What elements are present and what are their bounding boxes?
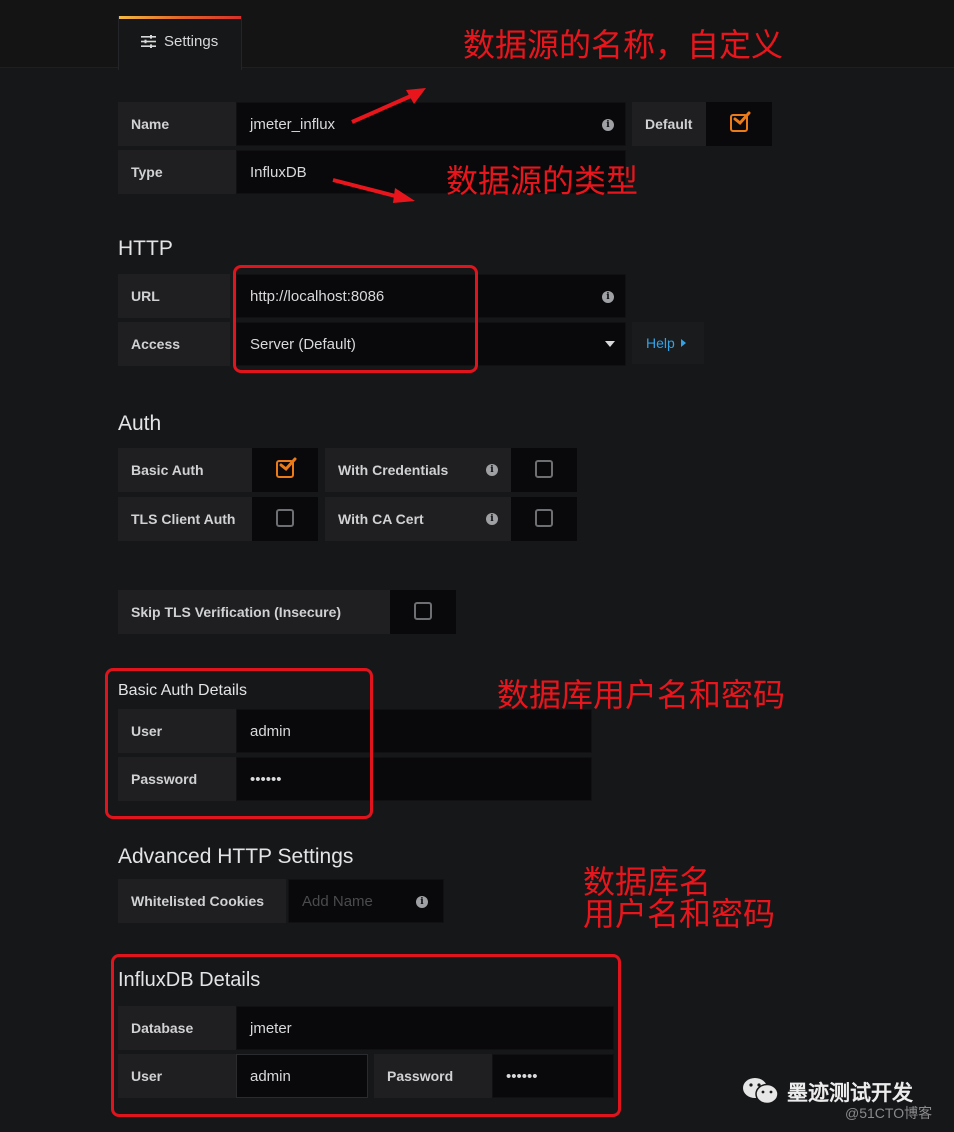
watermark-subtitle: @51CTO博客 [845,1105,933,1121]
with-credentials-cell [511,448,577,492]
info-icon[interactable]: i [486,464,498,476]
type-value: InfluxDB [250,163,307,181]
annotation-type-note: 数据源的类型 [446,162,639,200]
annotation-box-basic-auth [105,668,373,819]
annotation-arrow-icon [351,88,426,124]
annotation-name-note: 数据源的名称，自定义 [463,26,784,64]
url-label: URL [118,274,230,318]
tab-settings[interactable]: Settings [118,16,242,70]
name-label: Name [118,102,236,146]
annotation-influx-note: 数据库名 用户名和密码 [583,863,776,933]
annotation-arrow-icon [332,178,415,203]
whitelisted-cookies-placeholder: Add Name [302,892,373,910]
whitelisted-cookies-label: Whitelisted Cookies [118,879,286,923]
annotation-basic-auth-note: 数据库用户名和密码 [497,676,786,714]
skip-tls-label: Skip TLS Verification (Insecure) [118,590,390,634]
basic-auth-checkbox[interactable] [276,457,297,478]
access-label: Access [118,322,230,366]
with-ca-cert-cell [511,497,577,541]
help-button[interactable]: Help [632,322,704,364]
tls-client-auth-checkbox[interactable] [276,509,294,527]
default-checkbox-cell [706,102,772,146]
chevron-down-icon[interactable] [605,341,615,347]
caret-right-icon [680,339,686,347]
info-icon[interactable]: i [602,119,614,131]
help-label: Help [646,335,675,351]
http-section-title: HTTP [118,237,173,260]
with-ca-cert-label: With CA Cert [325,497,511,541]
info-icon[interactable]: i [416,896,428,908]
default-checkbox[interactable] [730,111,751,132]
basic-auth-cell [252,448,318,492]
default-label: Default [632,102,706,146]
info-icon[interactable]: i [602,291,614,303]
tab-label: Settings [164,33,219,50]
tls-client-auth-cell [252,497,318,541]
with-credentials-label: With Credentials [325,448,511,492]
annotation-box-http [233,265,478,373]
wechat-icon [743,1078,779,1105]
annotation-box-influxdb [111,954,621,1117]
skip-tls-checkbox[interactable] [414,602,432,620]
check-icon [279,457,297,472]
sliders-icon [141,35,156,48]
tab-active-indicator [119,16,241,19]
name-value: jmeter_influx [250,115,336,133]
check-icon [733,111,751,126]
tls-client-auth-label: TLS Client Auth [118,497,252,541]
info-icon[interactable]: i [486,513,498,525]
auth-section-title: Auth [118,412,162,435]
basic-auth-label: Basic Auth [118,448,252,492]
type-label: Type [118,150,236,194]
advanced-http-title: Advanced HTTP Settings [118,845,354,868]
with-credentials-checkbox[interactable] [535,460,553,478]
with-ca-cert-checkbox[interactable] [535,509,553,527]
skip-tls-cell [390,590,456,634]
